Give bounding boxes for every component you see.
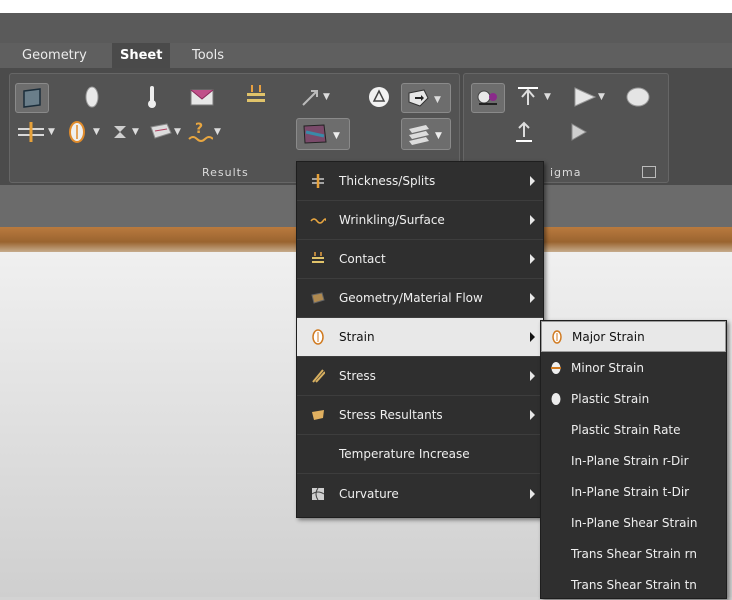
plastic-strain-icon [541,392,571,406]
ellipse-icon[interactable] [79,84,105,110]
minor-strain-icon [541,361,571,375]
menu-item-label: Stress Resultants [339,408,443,422]
submenu-item-label: Trans Shear Strain rn [571,546,697,561]
delta-icon[interactable] [366,84,392,110]
results-dropdown-menu: Thickness/Splits Wrinkling/Surface Conta… [296,161,544,518]
submenu-arrow-icon [530,176,535,186]
submenu-item-in-plane-strain-t-dir[interactable]: In-Plane Strain t-Dir [541,476,726,507]
submenu-item-label: Plastic Strain Rate [571,422,681,437]
submenu-item-minor-strain[interactable]: Minor Strain [541,352,726,383]
menu-item-temperature-increase[interactable]: Temperature Increase [297,435,543,474]
curvature-icon [297,487,339,501]
menu-item-label: Curvature [339,486,399,501]
strain-icon [297,329,339,345]
submenu-item-label: Minor Strain [571,360,644,375]
cone-icon[interactable] [572,84,598,110]
menu-item-strain[interactable]: Strain [297,318,543,357]
menu-item-label: Contact [339,252,386,266]
submenu-item-label: Trans Shear Strain tn [571,577,697,592]
shape-arrow-icon[interactable]: ▼ [401,83,451,113]
menu-item-label: Wrinkling/Surface [339,213,445,227]
title-bar [0,13,732,43]
menu-item-stress[interactable]: Stress [297,357,543,396]
wrinkling-icon [297,215,339,225]
tab-geometry[interactable]: Geometry [14,43,95,68]
blank-sheet-icon[interactable] [15,83,49,113]
thermometer-icon[interactable] [139,84,165,110]
tab-tools[interactable]: Tools [184,43,232,68]
menu-item-stress-resultants[interactable]: Stress Resultants [297,396,543,435]
thickness-icon [297,174,339,188]
results-group-label: Results [202,166,249,179]
normal-down-icon[interactable] [511,119,537,145]
submenu-item-label: Plastic Strain [571,391,650,406]
chevron-down-icon[interactable]: ▼ [132,127,139,137]
menu-item-label: Geometry/Material Flow [339,291,483,305]
layers-icon[interactable]: ▼ [401,118,451,150]
chevron-down-icon[interactable]: ▼ [598,92,605,102]
menu-item-curvature[interactable]: Curvature [297,474,543,513]
submenu-arrow-icon [530,371,535,381]
press-icon[interactable] [243,82,269,108]
ribbon-tab-row: Geometry Sheet Tools [0,43,732,68]
submenu-arrow-icon [530,332,535,342]
submenu-item-major-strain[interactable]: Major Strain [541,321,726,352]
submenu-item-label: In-Plane Strain t-Dir [571,484,690,499]
submenu-item-trans-shear-strain-tn[interactable]: Trans Shear Strain tn [541,569,726,600]
chevron-down-icon[interactable]: ▼ [174,127,181,137]
submenu-arrow-icon [530,254,535,264]
submenu-item-label: In-Plane Strain r-Dir [571,453,689,468]
submenu-arrow-icon [530,410,535,420]
svg-text:?: ? [195,121,203,137]
submenu-item-in-plane-strain-r-dir[interactable]: In-Plane Strain r-Dir [541,445,726,476]
stress-icon [297,369,339,383]
svg-text:▼: ▼ [333,131,340,141]
menu-item-label: Thickness/Splits [339,174,436,188]
menu-item-contact[interactable]: Contact [297,240,543,279]
stress-resultants-icon [297,408,339,422]
submenu-item-plastic-strain-rate[interactable]: Plastic Strain Rate [541,414,726,445]
major-strain-icon [542,329,572,344]
results-surface-icon[interactable]: ▼ [296,118,350,150]
menu-item-label: Temperature Increase [339,447,470,461]
chevron-down-icon[interactable]: ▼ [93,127,100,137]
submenu-item-trans-shear-strain-rn[interactable]: Trans Shear Strain rn [541,538,726,569]
strain-submenu: Major Strain Minor Strain Plastic Strain… [540,320,727,599]
hourglass-icon[interactable] [107,119,133,145]
warning-wave-icon[interactable]: ? [187,119,213,145]
cone-small-icon[interactable] [566,119,592,145]
chevron-down-icon[interactable]: ▼ [214,127,221,137]
sigma-result-icon[interactable] [471,83,505,113]
chevron-down-icon[interactable]: ▼ [544,92,551,102]
menu-item-geometry-material-flow[interactable]: Geometry/Material Flow [297,279,543,318]
svg-text:▼: ▼ [435,131,442,141]
chevron-down-icon[interactable]: ▼ [323,92,330,102]
window-top-strip [0,0,732,13]
menu-item-wrinkling-surface[interactable]: Wrinkling/Surface [297,201,543,240]
thickness-split-icon[interactable] [15,119,47,145]
submenu-arrow-icon [530,488,535,499]
submenu-arrow-icon [530,215,535,225]
submenu-item-plastic-strain[interactable]: Plastic Strain [541,383,726,414]
svg-text:▼: ▼ [434,95,441,105]
vector-arrow-icon[interactable] [298,84,324,110]
group-expand-icon[interactable] [642,166,656,178]
surface-normal-icon[interactable] [516,84,542,110]
submenu-arrow-icon [530,293,535,303]
menu-item-label: Stress [339,369,376,383]
envelope-icon[interactable] [189,84,215,110]
submenu-item-label: Major Strain [572,329,645,344]
material-flow-icon [297,292,339,304]
submenu-item-label: In-Plane Shear Strain [571,515,698,530]
contact-icon [297,252,339,266]
tab-sheet[interactable]: Sheet [112,43,171,68]
shell-icon[interactable] [148,119,174,145]
strain-ellipse-icon[interactable] [64,119,90,145]
sigma-group-label: igma [550,166,582,179]
menu-item-label: Strain [339,330,375,344]
menu-item-thickness-splits[interactable]: Thickness/Splits [297,162,543,201]
submenu-item-in-plane-shear-strain[interactable]: In-Plane Shear Strain [541,507,726,538]
chevron-down-icon[interactable]: ▼ [48,127,55,137]
disc-icon[interactable] [625,84,651,110]
